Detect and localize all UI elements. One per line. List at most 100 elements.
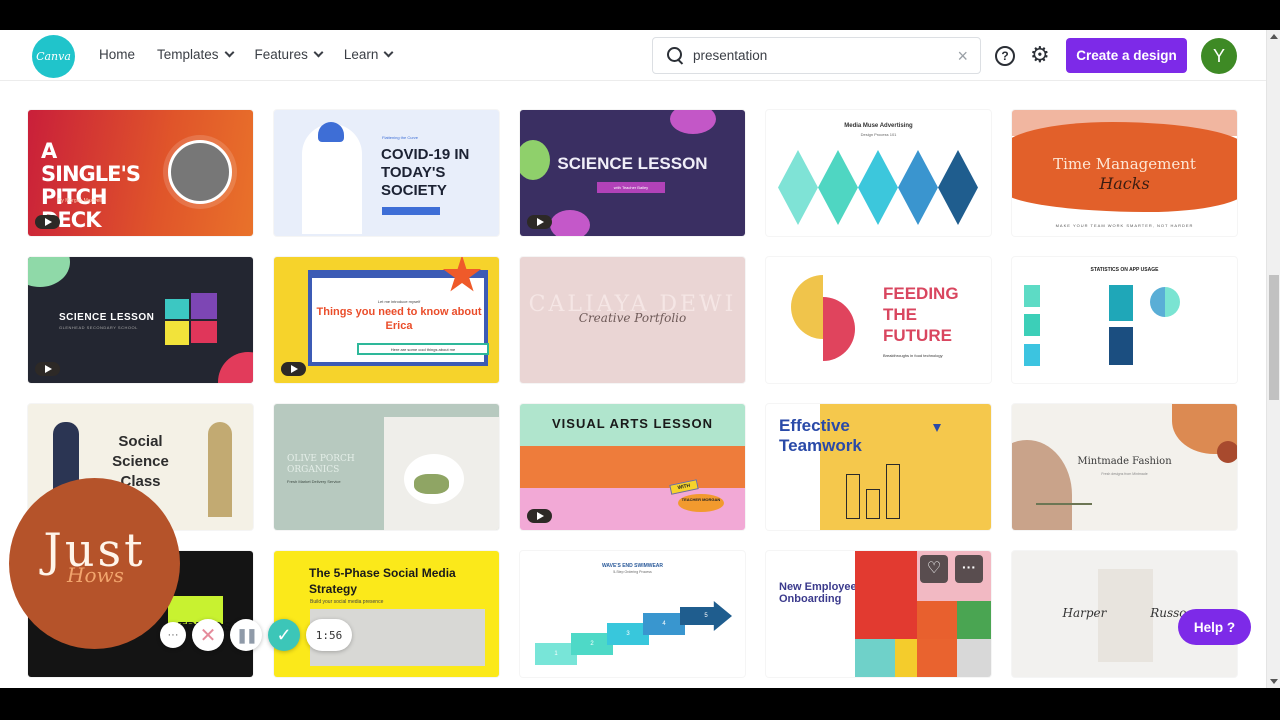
heart-icon[interactable]: ♡ [920, 555, 948, 583]
template-card[interactable]: OLIVE PORCH ORGANICS Fresh Market Delive… [274, 404, 499, 530]
puzzle-piece [165, 321, 189, 345]
template-card[interactable]: Mintmade Fashion Fresh designs from Mint… [1012, 404, 1237, 530]
play-icon [527, 509, 552, 523]
template-card[interactable]: VISUAL ARTS LESSON WITH TEACHER MORGAN [520, 404, 745, 530]
clear-search-icon[interactable]: × [957, 46, 968, 67]
diamond-chart [778, 150, 978, 225]
avatar[interactable]: Y [1201, 38, 1237, 74]
half-circle-red [823, 297, 855, 361]
planet-icon [670, 110, 716, 134]
play-icon [281, 362, 306, 376]
template-title: Mintmade Fashion [1077, 456, 1172, 467]
recording-timer: 1:56 [306, 619, 352, 651]
decor-circle [218, 352, 253, 383]
template-card[interactable]: A SINGLE'S PITCH DECK By Morgan Maxwell [28, 110, 253, 236]
template-card[interactable]: STATISTICS ON APP USAGE [1012, 257, 1237, 383]
template-subtitle: Design Process 101 [860, 132, 897, 137]
template-title: Media Muse Advertising [844, 123, 913, 129]
diamond-shape [858, 150, 898, 225]
bar-outline [846, 474, 860, 519]
template-card[interactable]: SCIENCE LESSON GLENHEAD SECONDARY SCHOOL [28, 257, 253, 383]
nav-templates-label: Templates [157, 47, 219, 62]
nav-templates[interactable]: Templates [157, 47, 234, 62]
cancel-recording-button[interactable]: ✕ [192, 619, 224, 651]
template-card[interactable]: CALIAYA DEWI Creative Portfolio [520, 257, 745, 383]
planet-icon [550, 210, 590, 236]
more-options-icon[interactable]: ··· [955, 555, 983, 583]
template-card[interactable]: Effective Teamwork [766, 404, 991, 530]
accent-line [1036, 503, 1092, 505]
template-subtitle: Fresh designs from Mintmade [1101, 472, 1148, 476]
stat-block [1109, 327, 1133, 365]
profile-photo [168, 140, 232, 204]
template-title: Time Management [1053, 155, 1196, 173]
scroll-thumb[interactable] [1269, 275, 1279, 400]
avocado-toast [414, 474, 449, 494]
more-options-button[interactable]: ··· [160, 622, 186, 648]
template-subtitle: with Teacher Bailey [597, 182, 665, 193]
photo-tile [917, 601, 957, 639]
chevron-down-icon [383, 47, 394, 58]
photo-tile [957, 639, 991, 677]
canva-logo[interactable]: Canva [32, 35, 75, 78]
nav-home[interactable]: Home [99, 47, 135, 62]
template-subtitle: Breakthroughs in food technology [883, 353, 943, 358]
watermark-hows: Hows [67, 563, 124, 587]
pie-chart [1150, 287, 1180, 317]
recording-controls: ··· ✕ ❚❚ ✓ 1:56 [160, 618, 352, 652]
half-circle-yellow [791, 275, 823, 339]
template-card[interactable]: Flattening the Curve COVID-19 IN TODAY'S… [274, 110, 499, 236]
template-card[interactable]: Media Muse Advertising Design Process 10… [766, 110, 991, 236]
decor-circle [28, 257, 70, 287]
play-icon [527, 215, 552, 229]
template-subtitle: By Morgan Maxwell [58, 198, 102, 204]
stat-block [1024, 344, 1040, 366]
photo-tile [855, 551, 917, 639]
nav-learn[interactable]: Learn [343, 47, 394, 62]
template-card[interactable]: New Employee Onboarding ♡ ··· [766, 551, 991, 677]
scroll-up-arrow-icon[interactable] [1270, 34, 1278, 39]
puzzle-piece [191, 293, 217, 319]
nav-features-label: Features [254, 47, 308, 62]
pause-button[interactable]: ❚❚ [230, 619, 262, 651]
template-subtitle: 5-Step Ordering Process [613, 570, 652, 574]
template-title: COVID-19 IN TODAY'S SOCIETY [381, 146, 470, 199]
search-box: × [652, 37, 981, 74]
template-card[interactable]: FEEDING THE FUTURE Breakthroughs in food… [766, 257, 991, 383]
template-card[interactable]: WAVE'S END SWIMWEAR 5-Step Ordering Proc… [520, 551, 745, 677]
nav-learn-label: Learn [343, 47, 379, 62]
template-title: Things you need to know about Erica [316, 306, 482, 332]
search-icon [667, 46, 685, 65]
diamond-shape [778, 150, 818, 225]
nav-features[interactable]: Features [254, 47, 324, 62]
template-title: SCIENCE LESSON [557, 154, 708, 173]
gear-icon[interactable]: ⚙ [1030, 44, 1050, 66]
create-design-button[interactable]: Create a design [1066, 38, 1187, 73]
person-illustration [208, 422, 232, 517]
help-icon[interactable]: ? [995, 46, 1015, 66]
template-card[interactable]: Let me introduce myself Things you need … [274, 257, 499, 383]
play-icon [35, 362, 60, 376]
scroll-down-arrow-icon[interactable] [1270, 679, 1278, 684]
help-button[interactable]: Help ? [1178, 609, 1251, 645]
step-block: 4 [643, 613, 685, 635]
template-card[interactable]: SCIENCE LESSON with Teacher Bailey [520, 110, 745, 236]
template-title: FEEDING THE FUTURE [883, 284, 959, 345]
vertical-scrollbar[interactable] [1266, 30, 1280, 688]
template-subtitle: Fresh Market Delivery Service [287, 479, 341, 484]
photo-tile [895, 639, 917, 677]
template-title: New Employee Onboarding [779, 581, 857, 605]
play-icon [35, 215, 60, 229]
top-nav-bar: Canva Home Templates Features Learn × ? … [0, 30, 1266, 81]
watermark-logo: Just Hows [9, 478, 180, 649]
bar-outline [886, 464, 900, 519]
finish-recording-button[interactable]: ✓ [268, 619, 300, 651]
main-nav: Home Templates Features Learn [99, 47, 394, 62]
diamond-shape [818, 150, 858, 225]
template-card[interactable]: Time Management Hacks MAKE YOUR TEAM WOR… [1012, 110, 1237, 236]
template-bar-text: Here are some cool things about me [357, 343, 489, 355]
step-arrow: 5 [680, 601, 732, 631]
template-kicker: Let me introduce myself [377, 299, 421, 304]
search-input[interactable] [693, 48, 943, 63]
template-card[interactable]: The 5-Phase Social Media Strategy Build … [274, 551, 499, 677]
